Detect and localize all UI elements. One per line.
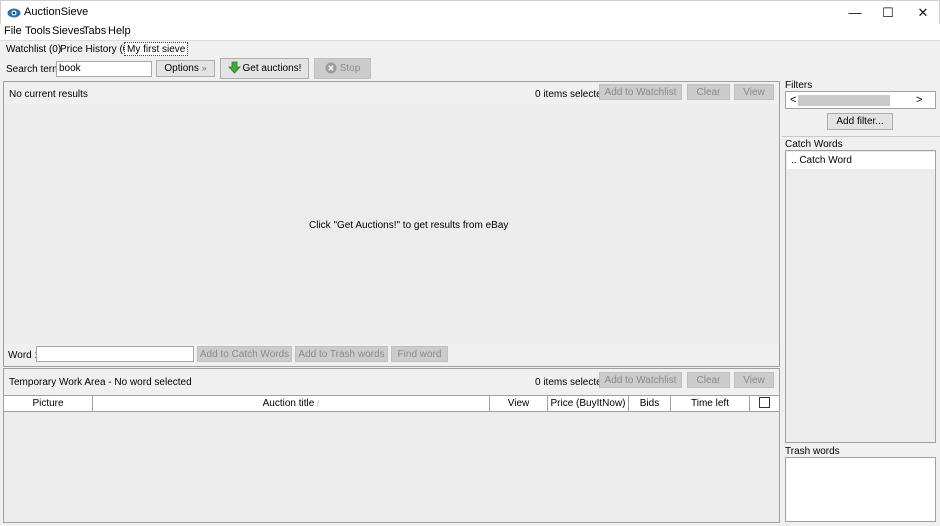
results-view-button[interactable]: View <box>734 84 774 100</box>
scroll-left-icon[interactable]: < <box>790 94 796 106</box>
search-term-label: Search term: <box>6 64 64 75</box>
trash-words-list[interactable] <box>785 457 936 522</box>
sidebar-divider <box>782 136 940 137</box>
scroll-thumb[interactable] <box>798 95 890 106</box>
add-filter-button[interactable]: Add filter... <box>827 113 893 130</box>
column-view[interactable]: View <box>490 396 548 412</box>
auction-table-header: Picture Auction title / View Price (BuyI… <box>4 395 779 412</box>
app-eye-icon <box>7 8 21 18</box>
word-input[interactable] <box>36 346 194 362</box>
add-catch-words-button[interactable]: Add to Catch Words <box>197 346 292 362</box>
auction-table-body[interactable] <box>4 412 779 522</box>
column-price[interactable]: Price (BuyItNow) <box>548 396 629 412</box>
find-word-button[interactable]: Find word <box>391 346 448 362</box>
stop-label: Stop <box>339 63 361 74</box>
get-auctions-button[interactable]: Get auctions! <box>220 58 309 79</box>
tab-price-history[interactable]: Price History (0) <box>60 43 132 56</box>
catch-words-list[interactable]: .. Catch Word <box>785 150 936 443</box>
main-area: Search term: book Options » Get auctions… <box>0 57 940 526</box>
search-input[interactable]: book <box>56 61 152 77</box>
get-auctions-label: Get auctions! <box>242 63 302 74</box>
tab-watchlist[interactable]: Watchlist (0) <box>6 43 61 56</box>
catch-word-item[interactable]: .. Catch Word <box>787 152 935 169</box>
select-all-checkbox[interactable] <box>759 397 770 408</box>
sort-indicator-icon: / <box>317 399 320 408</box>
tab-my-first-sieve[interactable]: My first sieve <box>124 42 189 56</box>
work-area-status: Temporary Work Area - No word selected <box>9 377 192 388</box>
menu-tabs[interactable]: Tabs <box>83 25 106 37</box>
stop-icon <box>325 62 337 74</box>
right-sidebar: Filters < > Add filter... Catch Words ..… <box>782 57 940 526</box>
results-status: No current results <box>9 89 88 100</box>
maximize-button[interactable]: ☐ <box>870 1 906 25</box>
menu-bar: File Tools Sieves Tabs Help <box>0 24 940 40</box>
add-trash-words-button[interactable]: Add to Trash words <box>295 346 388 362</box>
work-area-add-watchlist-button[interactable]: Add to Watchlist <box>599 372 682 388</box>
scroll-right-icon[interactable]: > <box>916 94 922 106</box>
filters-title: Filters <box>785 80 813 91</box>
results-clear-button[interactable]: Clear <box>687 84 730 100</box>
stop-button[interactable]: Stop <box>314 58 371 79</box>
options-button[interactable]: Options » <box>156 60 215 77</box>
results-add-watchlist-button[interactable]: Add to Watchlist <box>599 84 682 100</box>
column-auction-title-label: Auction title <box>262 398 315 409</box>
title-bar: AuctionSieve — ☐ ✕ <box>0 0 940 24</box>
column-picture[interactable]: Picture <box>4 396 93 412</box>
results-selected-count: 0 items selected <box>535 89 608 100</box>
work-area-clear-button[interactable]: Clear <box>687 372 730 388</box>
close-button[interactable]: ✕ <box>905 1 940 25</box>
work-area-view-button[interactable]: View <box>734 372 774 388</box>
chevron-down-icon: » <box>201 63 207 73</box>
column-time-left[interactable]: Time left <box>671 396 750 412</box>
results-panel: No current results 0 items selected Add … <box>3 81 780 367</box>
work-area-selected-count: 0 items selected <box>535 377 608 388</box>
menu-sieves[interactable]: Sieves <box>52 25 85 37</box>
filters-scrollbar[interactable]: < > <box>785 91 936 109</box>
word-label: Word : <box>8 350 38 361</box>
work-area-panel: Temporary Work Area - No word selected 0… <box>3 368 780 523</box>
empty-results-message: Click "Get Auctions!" to get results fro… <box>309 220 509 231</box>
options-label: Options <box>164 63 199 74</box>
results-list[interactable]: Click "Get Auctions!" to get results fro… <box>4 104 779 344</box>
catch-word-item-label: .. Catch Word <box>791 155 852 166</box>
menu-tools[interactable]: Tools <box>25 25 51 37</box>
column-bids[interactable]: Bids <box>629 396 671 412</box>
minimize-button[interactable]: — <box>837 1 873 25</box>
trash-words-title: Trash words <box>785 446 840 457</box>
download-arrow-icon <box>227 61 241 74</box>
menu-help[interactable]: Help <box>108 25 131 37</box>
column-auction-title[interactable]: Auction title / <box>93 396 490 412</box>
catch-words-title: Catch Words <box>785 139 843 150</box>
menu-file[interactable]: File <box>4 25 22 37</box>
window-title: AuctionSieve <box>24 6 89 18</box>
tab-bar: Watchlist (0) Price History (0) My first… <box>0 40 940 57</box>
column-select-all <box>750 396 779 412</box>
